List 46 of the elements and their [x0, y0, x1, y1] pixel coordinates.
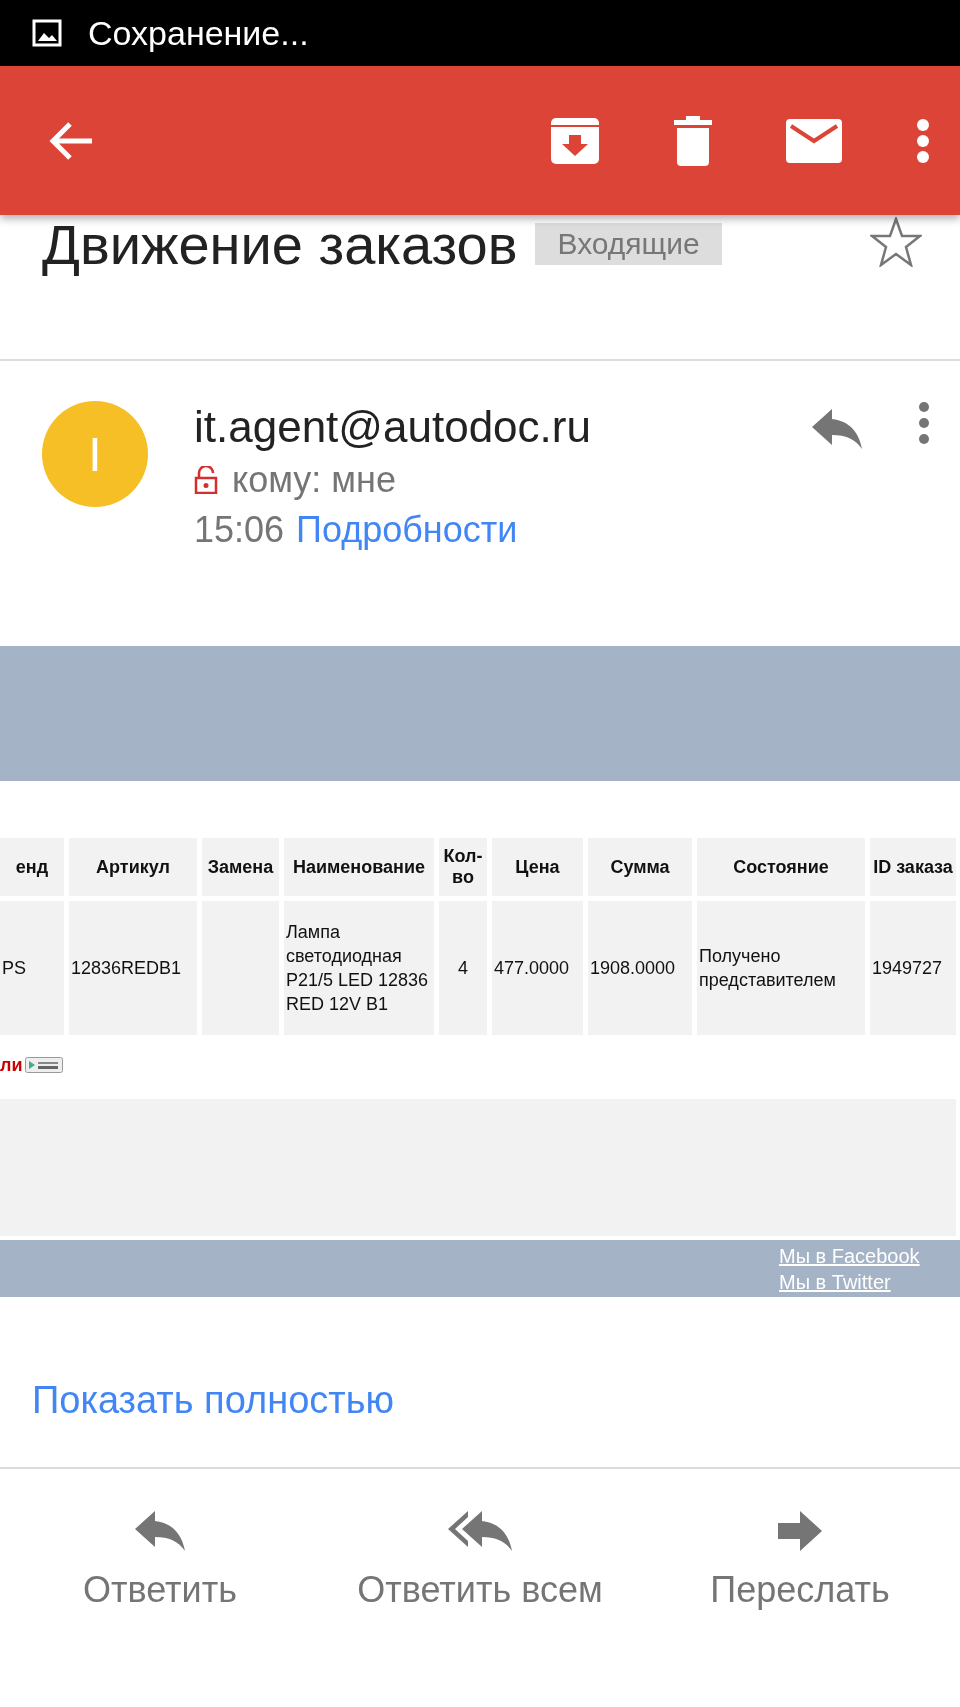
- table-cell: 4: [439, 901, 487, 1035]
- table-cell: 477.0000: [492, 901, 583, 1035]
- reply-all-button[interactable]: Ответить всем: [357, 1511, 603, 1611]
- status-text: Сохранение...: [88, 13, 309, 53]
- more-button[interactable]: [916, 118, 930, 163]
- reply-all-icon: [448, 1511, 512, 1551]
- sender-email: it.agent@autodoc.ru: [194, 401, 591, 453]
- forward-button[interactable]: Переслать: [710, 1511, 890, 1611]
- social-link[interactable]: Мы в Facebook: [779, 1242, 920, 1269]
- star-icon[interactable]: [870, 217, 922, 267]
- column-header: ID заказа: [870, 838, 956, 896]
- message-time: 15:06: [194, 509, 285, 551]
- lock-icon: [194, 466, 218, 494]
- table-cell: Получено представителем: [697, 901, 865, 1035]
- table-cell: PS: [0, 901, 64, 1035]
- archive-button[interactable]: [550, 116, 600, 165]
- recipient-text: кому: мне: [232, 459, 396, 501]
- column-header: Наименование: [284, 838, 434, 896]
- show-full-link[interactable]: Показать полностью: [32, 1379, 394, 1427]
- column-header: енд: [0, 838, 64, 896]
- column-header: Кол-во: [439, 838, 487, 896]
- delete-button[interactable]: [674, 115, 712, 166]
- table-cell: 1949727: [870, 901, 956, 1035]
- column-header: Цена: [492, 838, 583, 896]
- promo-text: ли: [0, 1054, 23, 1076]
- table-cell: 12836REDB1: [69, 901, 197, 1035]
- column-header: Сумма: [588, 838, 692, 896]
- column-header: Состояние: [697, 838, 865, 896]
- reply-icon: [135, 1511, 185, 1551]
- column-header: Замена: [202, 838, 279, 896]
- store-badge-icon[interactable]: [24, 1057, 63, 1073]
- back-button[interactable]: [48, 120, 94, 161]
- details-link[interactable]: Подробности: [296, 509, 518, 551]
- image-icon: [32, 19, 62, 47]
- email-subject: Движение заказов: [42, 215, 518, 275]
- social-link[interactable]: Мы в Twitter: [779, 1268, 891, 1295]
- forward-icon: [778, 1511, 822, 1551]
- table-cell: 1908.0000: [588, 901, 692, 1035]
- sender-avatar: I: [42, 401, 148, 507]
- reply-button[interactable]: Ответить: [83, 1511, 237, 1611]
- mail-button[interactable]: [786, 118, 842, 163]
- reply-icon[interactable]: [812, 409, 862, 449]
- inbox-label: Входящие: [535, 223, 722, 265]
- column-header: Артикул: [69, 838, 197, 896]
- table-cell: Лампа светодиодная P21/5 LED 12836 RED 12V B1: [284, 901, 434, 1035]
- more-icon[interactable]: [918, 401, 930, 445]
